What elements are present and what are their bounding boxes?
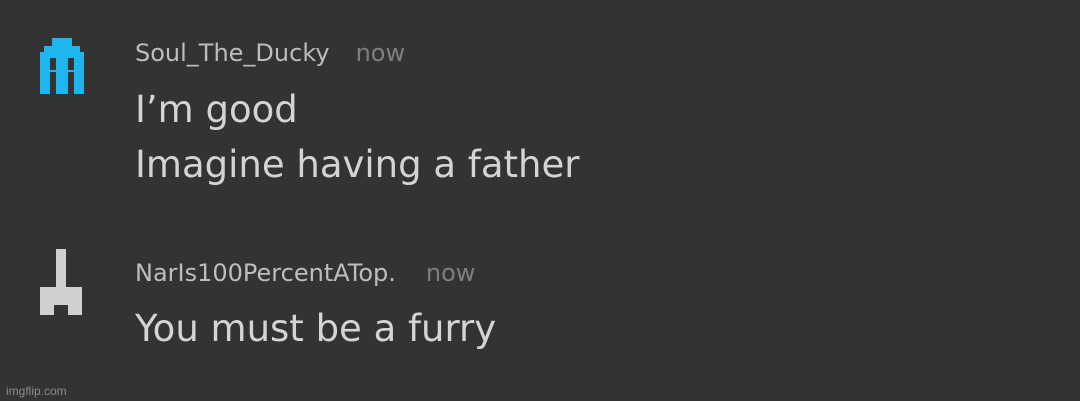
- cyan-pixel-ghost-icon: [40, 38, 84, 94]
- username[interactable]: Soul_The_Ducky: [135, 39, 330, 67]
- message-header: NarIs100PercentATop. now: [135, 256, 475, 293]
- message-text: You must be a furry: [135, 301, 496, 356]
- message-line: Imagine having a father: [135, 143, 580, 186]
- message-header: Soul_The_Ducky now: [135, 36, 405, 73]
- message-line: You must be a furry: [135, 307, 497, 350]
- user-avatar[interactable]: [40, 249, 84, 315]
- timestamp: now: [355, 39, 406, 67]
- message-line: I’m good: [135, 88, 298, 131]
- gray-pixel-figure-icon: [40, 249, 82, 315]
- timestamp: now: [425, 259, 476, 287]
- user-avatar[interactable]: [40, 38, 84, 96]
- watermark: imgflip.com: [6, 384, 67, 398]
- message-text: I’m good Imagine having a father: [135, 82, 579, 192]
- username[interactable]: NarIs100PercentATop.: [135, 259, 396, 287]
